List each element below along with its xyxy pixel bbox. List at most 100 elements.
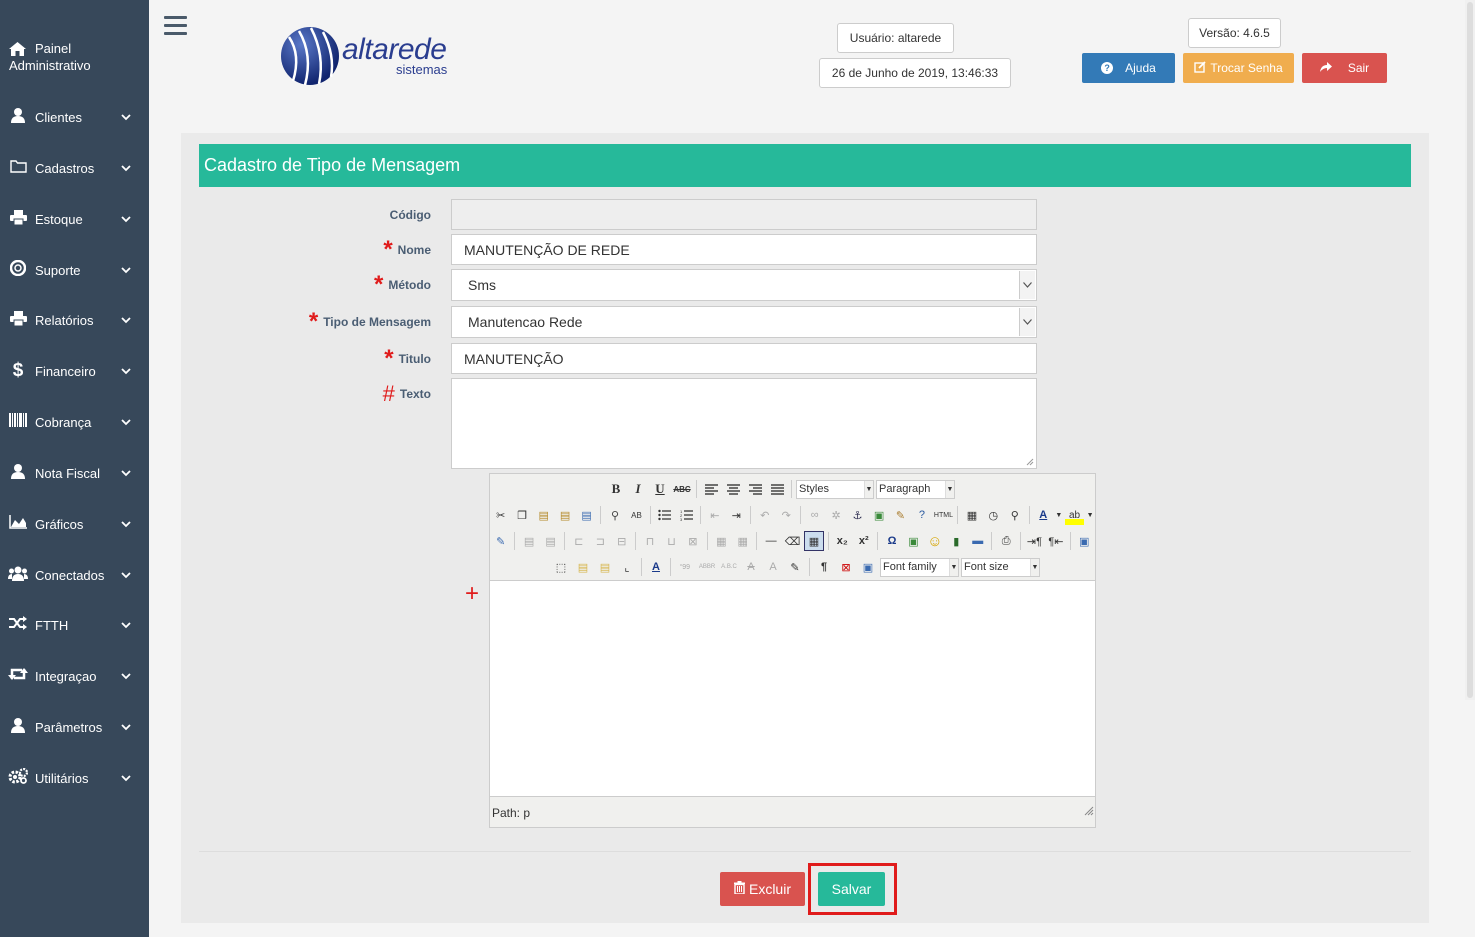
chevron-down-icon[interactable]: ▼ [1086,505,1094,525]
insert-layer-icon[interactable]: ⬚ [551,557,571,577]
undo-icon[interactable]: ↶ [755,505,774,525]
titulo-field[interactable]: MANUTENÇÃO [451,343,1037,374]
ins-icon[interactable]: A [763,557,783,577]
table-icon[interactable]: ▦ [804,531,824,551]
sidebar-item-nota-fiscal[interactable]: Nota Fiscal [0,453,149,493]
strikethrough-icon[interactable]: ABC [672,479,692,499]
resize-grip-icon[interactable] [1026,458,1034,466]
special-char-icon[interactable]: Ω [882,531,901,551]
col-after-icon[interactable]: ⊔ [662,531,681,551]
sidebar-item-financeiro[interactable]: $ Financeiro [0,351,149,391]
anchor-icon[interactable]: ⚓ [848,505,867,525]
delete-button[interactable]: Excluir [720,872,805,906]
change-password-button[interactable]: Trocar Senha [1183,53,1294,83]
paragraph-select[interactable]: Paragraph ▼ [876,479,955,499]
nonbreaking-icon[interactable]: ⊠ [836,557,856,577]
indent-icon[interactable]: ⇥ [727,505,746,525]
ltr-icon[interactable]: ⇥¶ [1025,531,1044,551]
absolute-icon[interactable]: ⌞ [617,557,637,577]
remove-format-icon[interactable]: ⌫ [783,531,802,551]
help-icon[interactable]: ? [912,505,931,525]
col-before-icon[interactable]: ⊓ [640,531,659,551]
sidebar-header[interactable]: Painel Administrativo [9,40,91,74]
subscript-icon[interactable]: x₂ [833,531,852,551]
highlight-color-icon[interactable]: ab [1064,505,1085,525]
emoticon-icon[interactable]: ☺ [925,531,944,551]
template-icon[interactable]: ▣ [858,557,878,577]
numbered-list-icon[interactable]: 123 [677,505,696,525]
chevron-down-icon[interactable]: ▼ [1055,505,1063,525]
paste-word-icon[interactable]: ▤ [577,505,596,525]
align-left-icon[interactable] [701,479,721,499]
sidebar-item-utilitarios[interactable]: Utilitários [0,758,149,798]
codigo-field[interactable] [451,199,1037,230]
copy-icon[interactable]: ❐ [512,505,531,525]
sidebar-item-cobranca[interactable]: Cobrança [0,402,149,442]
insert-date-icon[interactable]: ▦ [962,505,981,525]
superscript-icon[interactable]: x² [854,531,873,551]
align-right-icon[interactable] [745,479,765,499]
split-cells-icon[interactable]: ▦ [712,531,731,551]
acronym-icon[interactable]: A.B.C [719,557,739,577]
styleprops-icon[interactable]: A [646,557,666,577]
cut-icon[interactable]: ✂ [491,505,510,525]
attribs-icon[interactable]: ✎ [785,557,805,577]
metodo-select[interactable]: Sms [451,269,1037,301]
row-after-icon[interactable]: ⊐ [591,531,610,551]
bullet-list-icon[interactable] [655,505,674,525]
sidebar-item-integracao[interactable]: Integraçao [0,656,149,696]
rtl-icon[interactable]: ¶⇤ [1046,531,1065,551]
merge-cells-icon[interactable]: ▦ [733,531,752,551]
text-color-icon[interactable]: A [1034,505,1053,525]
move-forward-icon[interactable]: ▤ [573,557,593,577]
paste-text-icon[interactable]: ▤ [555,505,574,525]
preview-icon[interactable]: ⚲ [1005,505,1024,525]
help-button[interactable]: ? Ajuda [1082,53,1175,83]
save-button[interactable]: Salvar [818,872,885,906]
bold-icon[interactable]: B [606,479,626,499]
page-break-icon[interactable]: ▬ [968,531,987,551]
sidebar-item-relatorios[interactable]: Relatórios [0,300,149,340]
sidebar-item-ftth[interactable]: FTTH [0,605,149,645]
find-icon[interactable]: ⚲ [605,505,624,525]
underline-icon[interactable]: U [650,479,670,499]
cleanup-icon[interactable]: ✎ [891,505,910,525]
edit-css-icon[interactable]: ✎ [491,531,510,551]
media-icon[interactable]: ▮ [947,531,966,551]
font-family-select[interactable]: Font family ▼ [880,557,959,577]
print-icon[interactable]: ⎙ [996,531,1015,551]
cite-icon[interactable]: “99 [675,557,695,577]
sidebar-item-clientes[interactable]: Clientes [0,97,149,137]
font-size-select[interactable]: Font size ▼ [961,557,1040,577]
delete-row-icon[interactable]: ⊟ [612,531,631,551]
horizontal-rule-icon[interactable]: — [761,531,780,551]
paste-icon[interactable]: ▤ [534,505,553,525]
sidebar-item-parametros[interactable]: Parâmetros [0,707,149,747]
sidebar-item-graficos[interactable]: Gráficos [0,504,149,544]
abbr-icon[interactable]: ABBR [697,557,717,577]
logout-button[interactable]: Sair [1302,53,1387,83]
html-icon[interactable]: HTML [934,505,953,525]
texto-textarea[interactable] [451,378,1037,469]
del-icon[interactable]: A [741,557,761,577]
editor-content-area[interactable] [490,580,1095,797]
styles-select[interactable]: Styles ▼ [796,479,874,499]
nome-field[interactable]: MANUTENÇÃO DE REDE [451,234,1037,265]
menu-toggle-icon[interactable] [164,16,187,36]
sidebar-item-estoque[interactable]: Estoque [0,199,149,239]
redo-icon[interactable]: ↷ [776,505,795,525]
sidebar-item-suporte[interactable]: Suporte [0,250,149,290]
row-before-icon[interactable]: ⊏ [569,531,588,551]
move-backward-icon[interactable]: ▤ [595,557,615,577]
resize-grip-icon[interactable] [1084,806,1094,816]
visualchars-icon[interactable]: ¶ [814,557,834,577]
page-scrollbar[interactable] [1465,0,1475,700]
sidebar-item-cadastros[interactable]: Cadastros [0,148,149,188]
image-icon[interactable]: ▣ [869,505,888,525]
align-center-icon[interactable] [723,479,743,499]
italic-icon[interactable]: I [628,479,648,499]
unlink-icon[interactable]: ✲ [826,505,845,525]
delete-col-icon[interactable]: ⊠ [683,531,702,551]
sidebar-item-conectados[interactable]: Conectados [0,555,149,595]
table-cell-props-icon[interactable]: ▤ [541,531,560,551]
